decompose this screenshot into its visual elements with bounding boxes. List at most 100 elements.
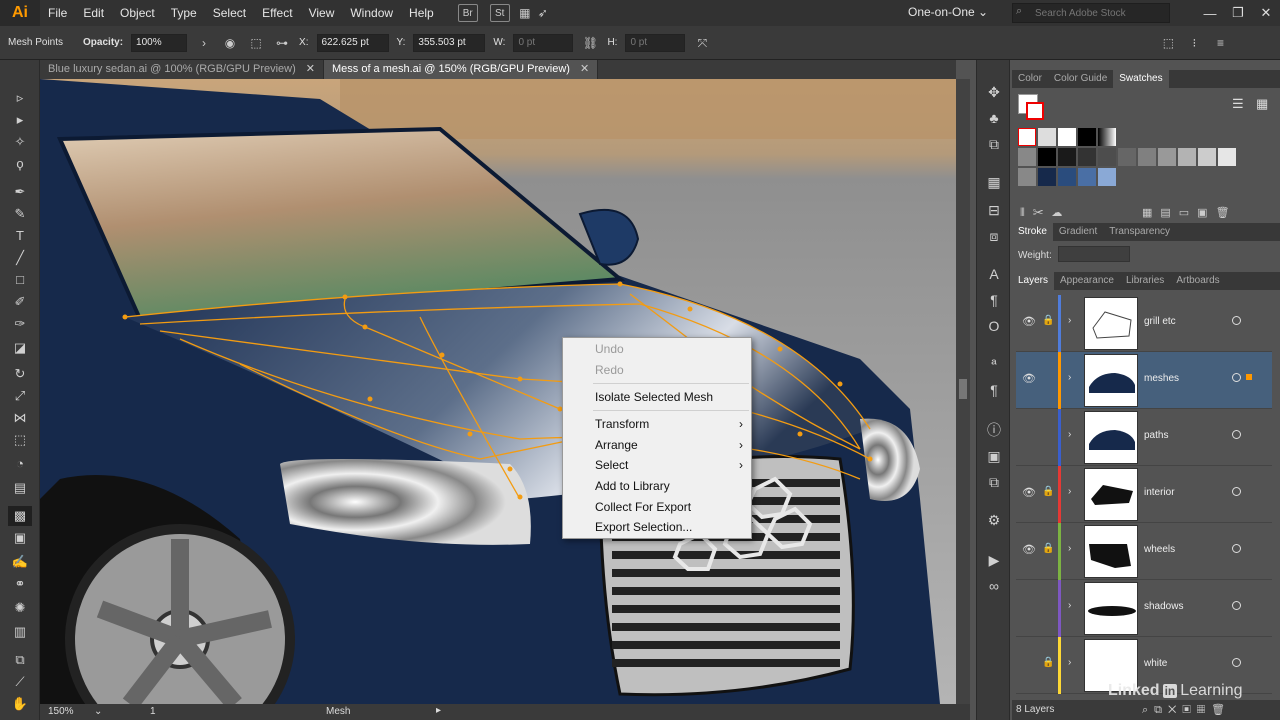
- width-tool-icon[interactable]: ⋈: [8, 408, 32, 428]
- grid-icon[interactable]: ▦: [984, 172, 1004, 192]
- play-icon[interactable]: ▸: [436, 705, 441, 716]
- layer-name[interactable]: meshes: [1144, 373, 1179, 384]
- perspective-grid-tool-icon[interactable]: ▤: [8, 478, 32, 498]
- menu-object[interactable]: Object: [112, 0, 163, 26]
- menu-effect[interactable]: Effect: [254, 0, 300, 26]
- layer-row-meshes[interactable]: 👁 › meshes: [1016, 352, 1272, 409]
- swatch[interactable]: [1018, 168, 1036, 186]
- menu-item-export-selection[interactable]: Export Selection...: [595, 517, 745, 537]
- layer-name[interactable]: wheels: [1144, 544, 1175, 555]
- chevron-right-icon[interactable]: ›: [1068, 429, 1071, 440]
- menu-window[interactable]: Window: [342, 0, 401, 26]
- swatch[interactable]: [1018, 148, 1036, 166]
- swatch[interactable]: [1198, 148, 1216, 166]
- pen-tool-icon[interactable]: ✒: [8, 182, 32, 202]
- tab-swatches[interactable]: Swatches: [1113, 70, 1169, 88]
- asset-export-icon[interactable]: ⧉: [984, 134, 1004, 154]
- artboard-canvas[interactable]: [40, 79, 956, 704]
- tab-artboards[interactable]: Artboards: [1170, 272, 1225, 290]
- swatch[interactable]: [1058, 168, 1076, 186]
- paragraph-icon[interactable]: ¶: [984, 290, 1004, 310]
- close-icon[interactable]: ✕: [1252, 5, 1280, 21]
- free-transform-tool-icon[interactable]: ⬚: [8, 430, 32, 450]
- links-chain-icon[interactable]: ∞: [984, 576, 1004, 596]
- menu-item-transform[interactable]: Transform ›: [595, 414, 745, 434]
- eye-icon[interactable]: 👁: [1022, 315, 1036, 328]
- tab-blue-luxury-sedan[interactable]: Blue luxury sedan.ai @ 100% (RGB/GPU Pre…: [40, 60, 324, 79]
- swatch[interactable]: [1038, 168, 1056, 186]
- stock-button[interactable]: St: [489, 4, 510, 22]
- eye-icon[interactable]: 👁: [1022, 486, 1036, 499]
- graph-tool-icon[interactable]: ▥: [8, 622, 32, 642]
- blend-tool-icon[interactable]: ⚭: [8, 574, 32, 594]
- puppet-warp-icon[interactable]: ✥: [984, 82, 1004, 102]
- chevron-right-icon[interactable]: ›: [1068, 543, 1071, 554]
- curvature-tool-icon[interactable]: ✎: [8, 204, 32, 224]
- chevron-right-icon[interactable]: ›: [1068, 486, 1071, 497]
- document-info-icon[interactable]: ▣: [984, 446, 1004, 466]
- layers-actions-icon[interactable]: ⌕⧉✕▣▦🗑: [1142, 703, 1231, 717]
- menu-item-isolate-selected-mesh[interactable]: Isolate Selected Mesh: [595, 387, 745, 407]
- lock-icon[interactable]: 🔒: [1042, 543, 1054, 554]
- info-icon[interactable]: ⓘ: [984, 420, 1004, 440]
- target-icon[interactable]: [1232, 430, 1241, 439]
- chevron-right-icon[interactable]: ›: [1068, 600, 1071, 611]
- settings-icon[interactable]: ⚙: [984, 510, 1004, 530]
- swatch[interactable]: [1038, 148, 1056, 166]
- lock-icon[interactable]: 🔒: [1042, 486, 1054, 497]
- menu-type[interactable]: Type: [163, 0, 205, 26]
- magic-wand-tool-icon[interactable]: ✧: [8, 132, 32, 152]
- swatch[interactable]: [1118, 148, 1136, 166]
- artboard-tool-icon[interactable]: ⧉: [8, 650, 32, 670]
- selection-tool-icon[interactable]: ▹: [8, 88, 32, 108]
- swatch[interactable]: [1058, 148, 1076, 166]
- eye-icon[interactable]: 👁: [1022, 372, 1036, 385]
- direct-selection-tool-icon[interactable]: ▸: [8, 110, 32, 130]
- swatch[interactable]: [1078, 148, 1096, 166]
- scroll-thumb[interactable]: [959, 379, 967, 399]
- menu-edit[interactable]: Edit: [75, 0, 112, 26]
- menu-item-select[interactable]: Select ›: [595, 455, 745, 475]
- zoom-level[interactable]: 150%: [48, 706, 74, 717]
- swatch[interactable]: [1038, 128, 1056, 146]
- link-icon[interactable]: ⛓: [581, 34, 599, 52]
- minimize-icon[interactable]: —: [1196, 6, 1224, 21]
- arrange-documents-icon[interactable]: ▦: [516, 4, 534, 22]
- swatch[interactable]: [1098, 148, 1116, 166]
- artboard-number[interactable]: 1: [150, 706, 156, 717]
- weight-field[interactable]: [1058, 246, 1130, 262]
- swatch[interactable]: [1218, 148, 1236, 166]
- swatch-actions-icon[interactable]: ▦▤▭▣🗑: [1142, 206, 1238, 219]
- layer-row-paths[interactable]: › paths: [1016, 409, 1272, 466]
- opentype-icon[interactable]: O: [984, 316, 1004, 336]
- tab-stroke[interactable]: Stroke: [1012, 223, 1053, 241]
- close-icon[interactable]: ✕: [306, 63, 315, 75]
- menu-select[interactable]: Select: [205, 0, 254, 26]
- vertical-scrollbar[interactable]: [956, 79, 970, 704]
- swatch[interactable]: [1098, 168, 1116, 186]
- menu-icon[interactable]: ≡: [1211, 34, 1229, 52]
- shape-builder-tool-icon[interactable]: ◔: [8, 454, 32, 474]
- layer-row-shadows[interactable]: › shadows: [1016, 580, 1272, 637]
- swatch[interactable]: [1098, 128, 1116, 146]
- swatch[interactable]: [1058, 128, 1076, 146]
- target-icon[interactable]: [1232, 658, 1241, 667]
- paintbrush-tool-icon[interactable]: ✐: [8, 292, 32, 312]
- menu-help[interactable]: Help: [401, 0, 442, 26]
- menu-item-undo[interactable]: Undo: [595, 339, 745, 359]
- tab-appearance[interactable]: Appearance: [1054, 272, 1120, 290]
- lock-icon[interactable]: 🔒: [1042, 657, 1054, 668]
- swatch-tools-icon[interactable]: ⦀✂☁: [1020, 206, 1070, 220]
- grid-view-icon[interactable]: ▦: [1256, 96, 1268, 112]
- eyedropper-tool-icon[interactable]: ✍: [8, 552, 32, 572]
- lasso-tool-icon[interactable]: ϙ: [8, 154, 32, 174]
- chevron-right-icon[interactable]: ›: [1068, 372, 1071, 383]
- character-styles-icon[interactable]: ª: [984, 354, 1004, 374]
- line-tool-icon[interactable]: ╱: [8, 248, 32, 268]
- layer-row-interior[interactable]: 👁 🔒 › interior: [1016, 466, 1272, 523]
- tab-transparency[interactable]: Transparency: [1103, 223, 1176, 241]
- rectangle-tool-icon[interactable]: □: [8, 270, 32, 290]
- swatch[interactable]: [1178, 148, 1196, 166]
- y-field[interactable]: 355.503 pt: [413, 33, 486, 52]
- symbols-icon[interactable]: ♣: [984, 108, 1004, 128]
